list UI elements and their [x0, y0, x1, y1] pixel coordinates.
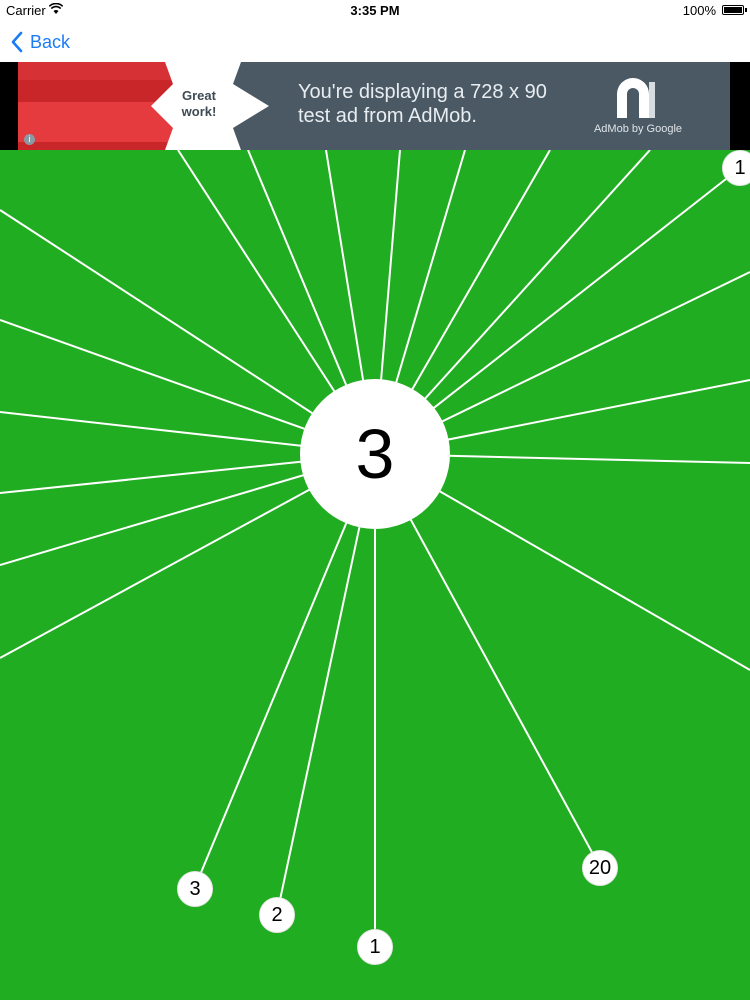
ad-content[interactable]: Great work! You're displaying a 728 x 90…	[18, 62, 730, 150]
info-icon[interactable]: i	[24, 134, 35, 145]
ad-brand-label: AdMob by Google	[593, 123, 683, 135]
admob-logo-icon	[617, 78, 655, 118]
back-button[interactable]: Back	[10, 30, 70, 54]
remaining-pin-count: 3	[355, 415, 395, 493]
navigation-bar: Back	[0, 22, 750, 62]
pin-ball: 1	[722, 150, 750, 186]
pin-ball: 1	[357, 929, 393, 965]
ad-banner[interactable]: Great work! You're displaying a 728 x 90…	[0, 62, 750, 150]
back-label: Back	[30, 31, 71, 52]
pin-lines	[0, 150, 750, 946]
pin-ball: 3	[177, 871, 213, 907]
center-target-circle: 3	[300, 379, 450, 529]
battery-icon	[722, 5, 747, 15]
pin-ball: 20	[582, 850, 618, 886]
status-bar: Carrier 3:35 PM 100%	[0, 0, 750, 22]
pin-ball: 2	[259, 897, 295, 933]
ad-badge-text: Great work!	[181, 88, 217, 119]
ad-message: You're displaying a 728 x 90 test ad fro…	[298, 81, 547, 127]
game-area[interactable]: 3 3 2 1 20 1	[0, 150, 750, 1000]
chevron-left-icon	[11, 31, 23, 53]
clock-time: 3:35 PM	[350, 3, 400, 18]
battery-percent: 100%	[682, 3, 716, 18]
